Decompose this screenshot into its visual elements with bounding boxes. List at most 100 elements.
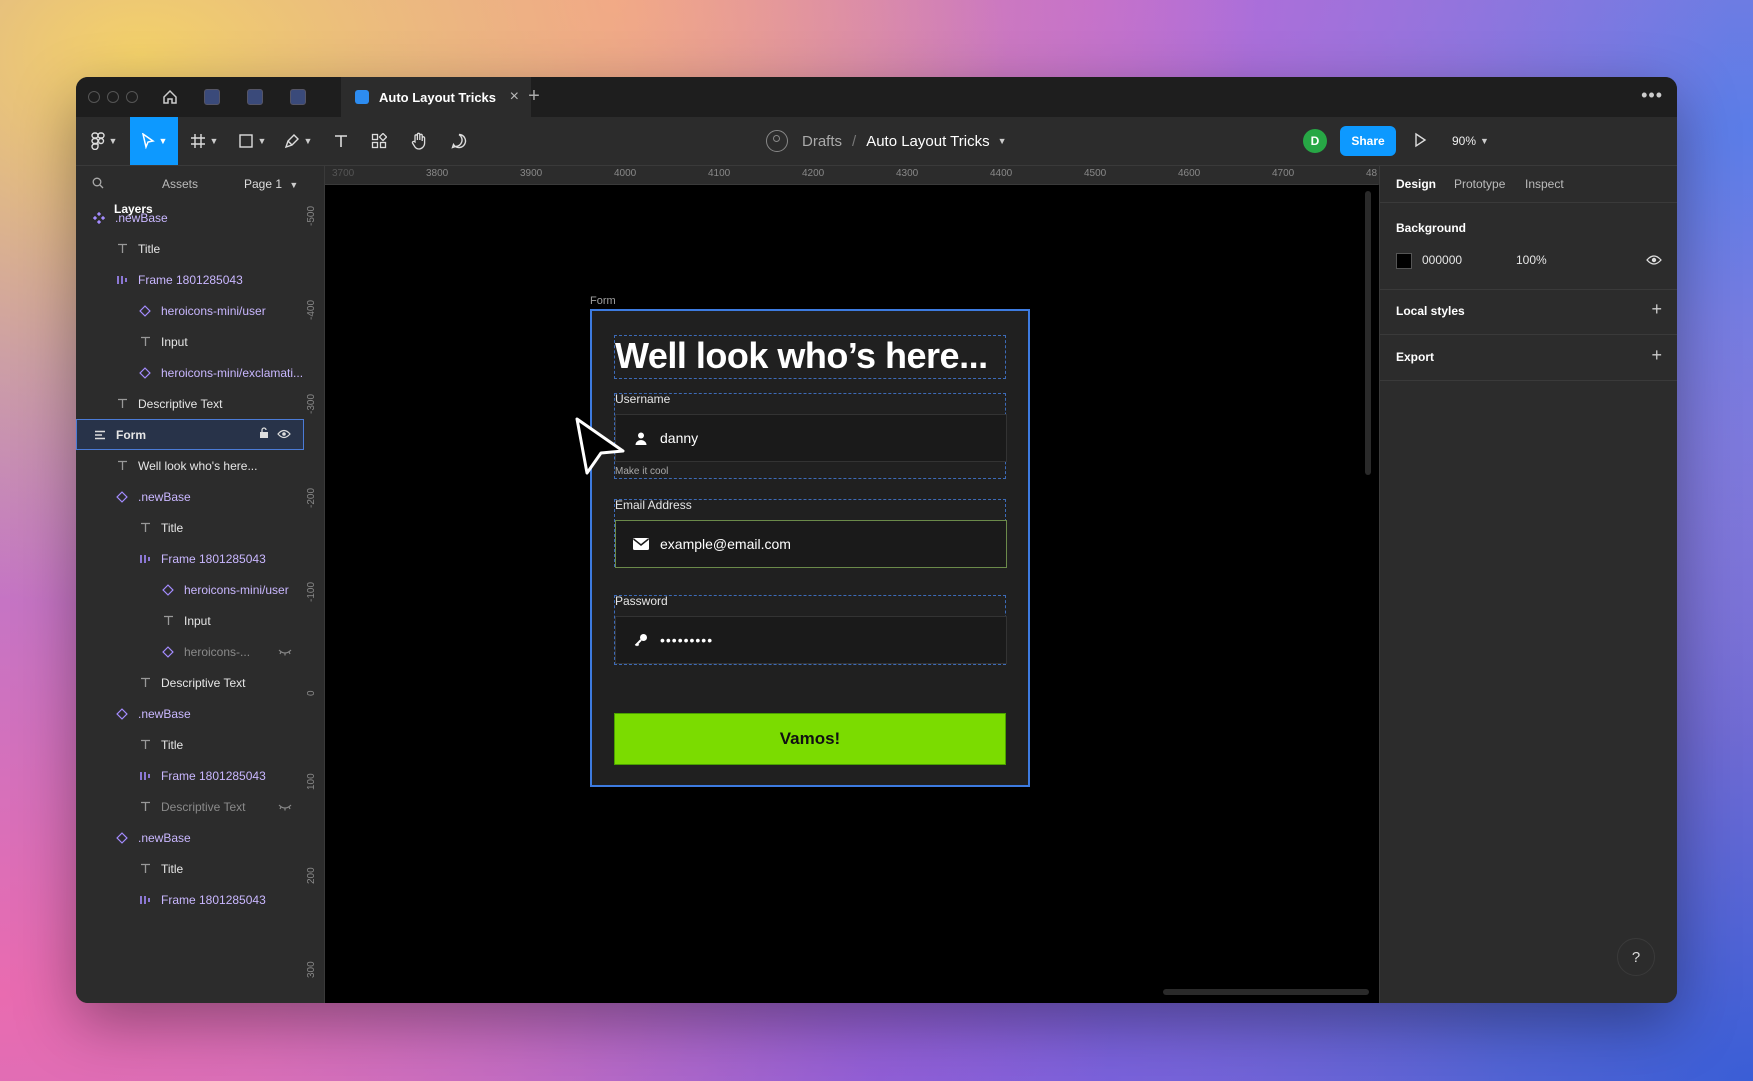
layer-row[interactable]: .newBase xyxy=(76,698,304,729)
layer-row[interactable]: Title xyxy=(76,729,304,760)
hidden-eye-icon[interactable] xyxy=(278,648,292,656)
layer-list: .newBase Title Frame 1801285043 heroicons-m… xyxy=(76,202,304,915)
email-input[interactable]: example@email.com xyxy=(615,520,1007,568)
breadcrumb-drafts[interactable]: Drafts xyxy=(802,133,842,150)
layer-label: Input xyxy=(184,613,211,628)
layer-row[interactable]: Frame 1801285043 xyxy=(76,264,304,295)
layer-label: .newBase xyxy=(138,706,191,721)
layer-row[interactable]: Frame 1801285043 xyxy=(76,760,304,791)
comment-tool[interactable] xyxy=(442,117,476,165)
layer-row[interactable]: Well look who's here... xyxy=(76,450,304,481)
vertical-ruler: -500 -400 -300 -200 -100 0 100 200 300 xyxy=(304,166,325,1003)
share-button[interactable]: Share xyxy=(1340,126,1396,156)
layer-row[interactable]: heroicons-mini/user xyxy=(76,574,304,605)
layer-row[interactable]: Descriptive Text xyxy=(76,667,304,698)
local-styles-heading: Local styles xyxy=(1396,304,1465,318)
home-icon[interactable] xyxy=(160,87,180,107)
add-export-button[interactable]: + xyxy=(1651,345,1662,366)
layer-row[interactable]: heroicons-mini/user xyxy=(76,295,304,326)
layer-row[interactable]: Frame 1801285043 xyxy=(76,543,304,574)
layer-row[interactable]: Frame 1801285043 xyxy=(76,884,304,915)
password-field-group[interactable]: Password ••••••••• xyxy=(614,594,1007,665)
user-avatar[interactable]: D xyxy=(1303,129,1327,153)
new-tab-button[interactable]: + xyxy=(524,85,544,108)
tab-thumbnail[interactable] xyxy=(288,87,308,107)
close-tab-icon[interactable]: × xyxy=(510,88,519,106)
layer-row[interactable]: Input xyxy=(76,605,304,636)
layer-row[interactable]: Descriptive Text xyxy=(76,388,304,419)
window-maximize-control[interactable] xyxy=(126,91,138,103)
eye-icon[interactable] xyxy=(1646,253,1662,271)
breadcrumb-file-name[interactable]: Auto Layout Tricks xyxy=(866,133,989,150)
email-field-group[interactable]: Email Address example@email.com xyxy=(614,498,1007,568)
hidden-eye-icon[interactable] xyxy=(278,803,292,811)
layer-row[interactable]: .newBase xyxy=(76,202,304,233)
local-styles-section: Local styles + xyxy=(1380,288,1677,335)
layer-row[interactable]: Form xyxy=(76,419,304,450)
autolayout-icon xyxy=(138,893,152,907)
resources-tool[interactable] xyxy=(362,117,396,165)
search-icon[interactable] xyxy=(92,177,104,192)
form-frame[interactable]: Well look who’s here... Username danny M… xyxy=(590,309,1030,787)
shape-tool[interactable]: ▼ xyxy=(230,117,274,165)
layer-row[interactable]: heroicons-mini/exclamati... xyxy=(76,357,304,388)
zoom-menu[interactable]: 90% ▼ xyxy=(1452,117,1489,165)
ruler-tick-label: 48 xyxy=(1366,168,1378,179)
ruler-tick-label: 100 xyxy=(306,773,317,790)
frame-label[interactable]: Form xyxy=(590,295,616,307)
instance-icon xyxy=(115,831,129,845)
move-tool[interactable]: ▼ xyxy=(130,117,178,165)
layer-row[interactable]: .newBase xyxy=(76,822,304,853)
window-minimize-control[interactable] xyxy=(107,91,119,103)
eye-icon[interactable] xyxy=(277,428,291,442)
text-icon xyxy=(138,521,152,535)
tab-auto-layout-tricks[interactable]: Auto Layout Tricks × xyxy=(341,77,531,117)
layer-label: heroicons-mini/user xyxy=(184,582,289,597)
unlock-icon[interactable] xyxy=(259,427,269,442)
layer-row[interactable]: heroicons-... xyxy=(76,636,304,667)
text-icon xyxy=(161,614,175,628)
text-tool[interactable] xyxy=(324,117,358,165)
pen-tool[interactable]: ▼ xyxy=(276,117,320,165)
layer-row[interactable]: Title xyxy=(76,233,304,264)
background-opacity[interactable]: 100% xyxy=(1516,253,1547,267)
username-field-group[interactable]: Username danny Make it cool xyxy=(614,392,1007,479)
username-input[interactable]: danny xyxy=(615,414,1007,462)
tab-prototype[interactable]: Prototype xyxy=(1454,177,1505,191)
frame-tool[interactable]: ▼ xyxy=(182,117,226,165)
background-swatch[interactable] xyxy=(1396,253,1412,269)
present-play-icon[interactable] xyxy=(1413,130,1427,155)
canvas[interactable]: Form Well look who’s here... Username da… xyxy=(325,185,1379,1003)
page-selector[interactable]: Page 1 ▼ xyxy=(244,177,298,191)
ruler-tick-label: 3900 xyxy=(520,168,543,179)
chevron-down-icon[interactable]: ▼ xyxy=(998,136,1007,146)
layer-row[interactable]: .newBase xyxy=(76,481,304,512)
more-icon[interactable]: ••• xyxy=(1641,85,1663,106)
main-menu-button[interactable]: ▼ xyxy=(84,117,124,165)
hand-tool[interactable] xyxy=(402,117,436,165)
window-close-control[interactable] xyxy=(88,91,100,103)
tab-thumbnail[interactable] xyxy=(245,87,265,107)
form-title[interactable]: Well look who’s here... xyxy=(614,335,1006,379)
add-local-style-button[interactable]: + xyxy=(1651,299,1662,320)
background-hex[interactable]: 000000 xyxy=(1422,253,1462,267)
tab-inspect[interactable]: Inspect xyxy=(1525,177,1564,191)
layer-row[interactable]: Input xyxy=(76,326,304,357)
layer-row[interactable]: Descriptive Text xyxy=(76,791,304,822)
instance-icon xyxy=(138,304,152,318)
team-avatar-icon[interactable] xyxy=(766,130,788,152)
layer-actions xyxy=(259,427,291,442)
password-input[interactable]: ••••••••• xyxy=(615,616,1007,664)
vertical-scrollbar[interactable] xyxy=(1365,191,1371,475)
tab-thumbnail[interactable] xyxy=(202,87,222,107)
tab-design[interactable]: Design xyxy=(1396,177,1436,191)
instance-icon xyxy=(115,707,129,721)
properties-panel: Design Prototype Inspect Background 0000… xyxy=(1379,166,1677,1003)
file-icon xyxy=(355,90,369,104)
help-button[interactable]: ? xyxy=(1617,938,1655,976)
horizontal-scrollbar[interactable] xyxy=(1163,989,1369,995)
vamos-submit-button[interactable]: Vamos! xyxy=(614,713,1006,765)
tab-assets[interactable]: Assets xyxy=(162,177,198,191)
layer-row[interactable]: Title xyxy=(76,512,304,543)
layer-row[interactable]: Title xyxy=(76,853,304,884)
